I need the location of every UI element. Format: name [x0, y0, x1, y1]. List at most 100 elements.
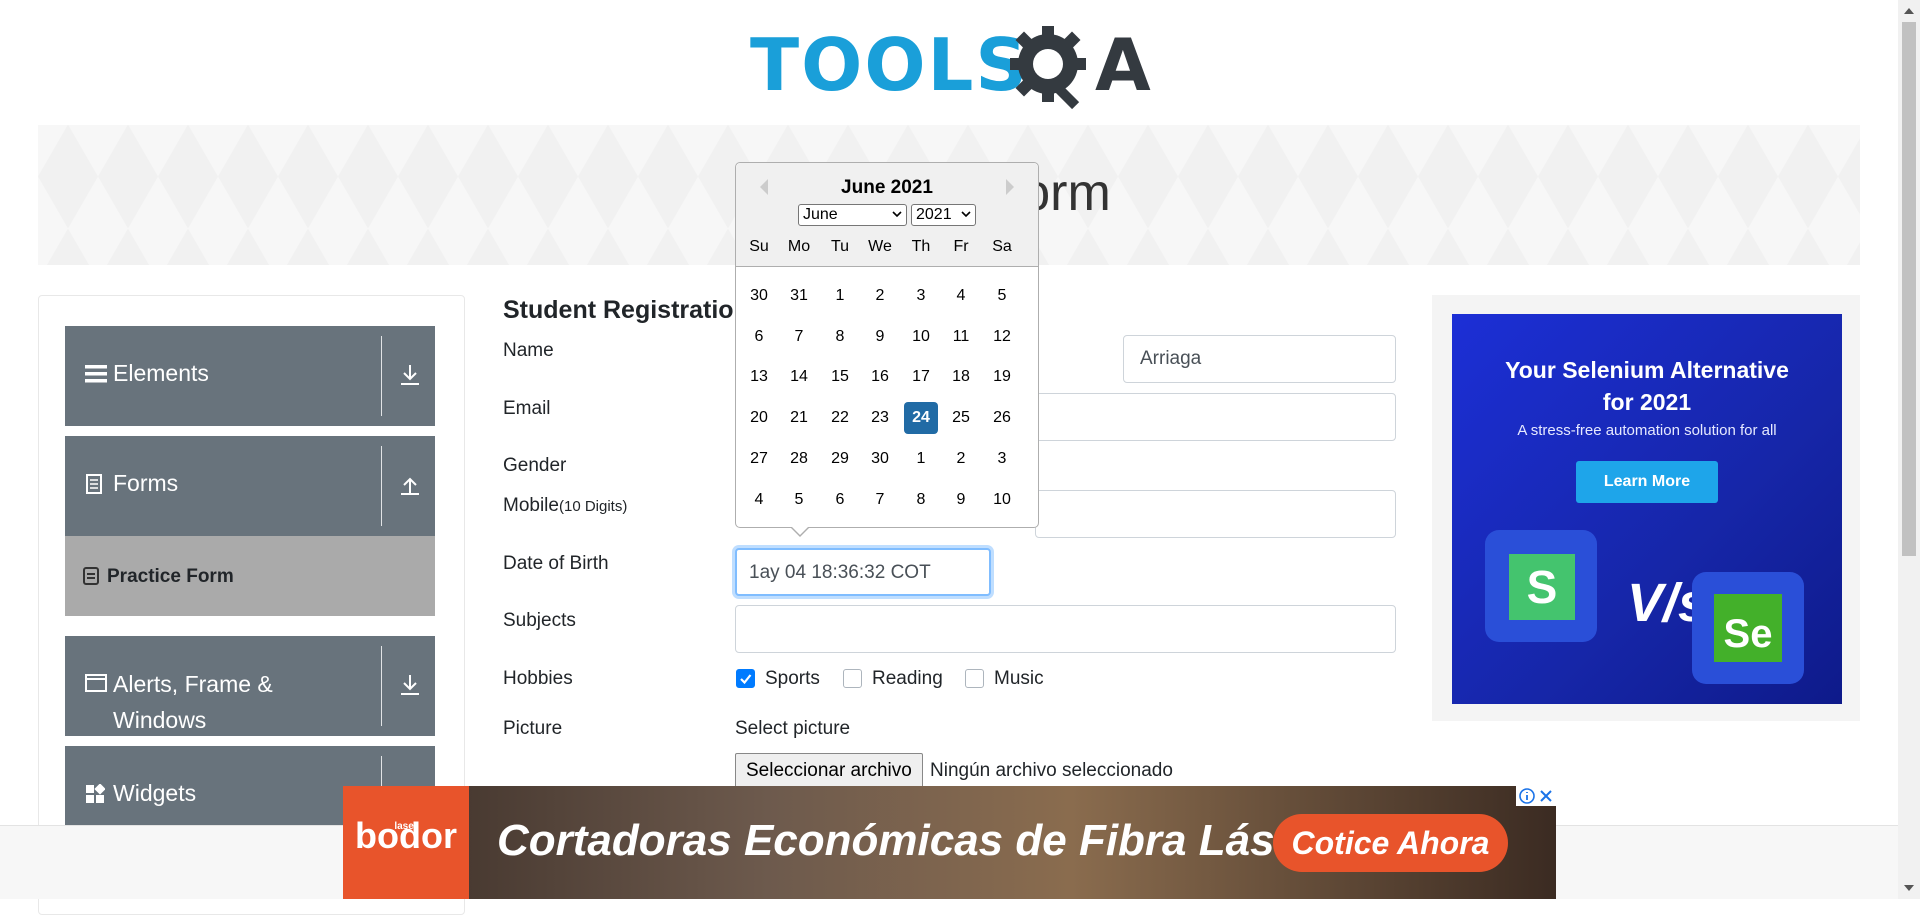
calendar-day[interactable]: 9 [944, 484, 978, 516]
calendar-day[interactable]: 16 [863, 361, 897, 393]
calendar-day[interactable]: 4 [742, 484, 776, 516]
info-icon[interactable] [1518, 787, 1536, 805]
choose-file-button[interactable]: Seleccionar archivo [735, 753, 923, 789]
next-month-icon[interactable] [1006, 179, 1014, 195]
calendar-day[interactable]: 4 [944, 280, 978, 312]
ad-right-logo-letters: Se [1714, 594, 1782, 662]
scroll-thumb[interactable] [1902, 22, 1916, 556]
music-label[interactable]: Music [994, 668, 1044, 690]
calendar-day[interactable]: 17 [904, 361, 938, 393]
calendar-day[interactable]: 30 [863, 443, 897, 475]
year-select[interactable]: 2021 [911, 204, 976, 226]
weekday-header: Sa [992, 238, 1012, 255]
sidebar-group-label: Forms [113, 470, 179, 496]
calendar-day[interactable]: 10 [904, 321, 938, 353]
selenium-ad[interactable]: Your Selenium Alternative for 2021 A str… [1452, 314, 1842, 704]
sports-checkbox[interactable] [736, 669, 755, 688]
calendar-day[interactable]: 5 [985, 280, 1019, 312]
month-select[interactable]: June [798, 204, 907, 226]
calendar-day[interactable]: 25 [944, 402, 978, 434]
email-input[interactable] [1035, 393, 1396, 441]
datepicker: June 2021 June 2021 Su Mo Tu We Th Fr Sa… [735, 162, 1039, 528]
year-select-value: 2021 [916, 206, 952, 223]
calendar-day[interactable]: 14 [782, 361, 816, 393]
reading-label[interactable]: Reading [872, 668, 943, 690]
reading-checkbox[interactable] [843, 669, 862, 688]
mobile-hint: (10 Digits) [558, 498, 628, 515]
last-name-input[interactable]: Arriaga [1123, 335, 1396, 383]
hobbies-label: Hobbies [503, 668, 573, 689]
weekday-header: Su [749, 238, 769, 255]
calendar-day[interactable]: 2 [863, 280, 897, 312]
datepicker-header: June 2021 June 2021 Su Mo Tu We Th Fr Sa [736, 163, 1038, 267]
calendar-day[interactable]: 31 [782, 280, 816, 312]
mobile-input[interactable] [1035, 490, 1396, 538]
logo-suffix: A [1095, 23, 1153, 107]
toolsqa-logo[interactable]: TOOLS A [750, 18, 1155, 113]
logo-text: TOOLS [750, 23, 1030, 107]
sidebar-group-elements[interactable]: Elements [65, 326, 435, 426]
calendar-day[interactable]: 3 [904, 280, 938, 312]
calendar-day[interactable]: 9 [863, 321, 897, 353]
sidebar-item-practice-form[interactable]: Practice Form [65, 536, 435, 616]
sidebar-group-label: Elements [113, 360, 209, 386]
ad-cta-button[interactable]: Cotice Ahora [1273, 814, 1508, 872]
calendar-day[interactable]: 21 [782, 402, 816, 434]
weekday-header: Tu [830, 238, 850, 255]
divider [381, 446, 382, 526]
file-status: Ningún archivo seleccionado [930, 760, 1173, 781]
calendar-day[interactable]: 7 [863, 484, 897, 516]
calendar-day[interactable]: 11 [944, 321, 978, 353]
calendar-day[interactable]: 8 [823, 321, 857, 353]
calendar-day[interactable]: 20 [742, 402, 776, 434]
calendar-day[interactable]: 1 [904, 443, 938, 475]
mobile-label-text: Mobile [503, 495, 559, 516]
calendar-day[interactable]: 3 [985, 443, 1019, 475]
dob-input[interactable]: 1ay 04 18:36:32 COT 1993 [735, 548, 991, 629]
calendar-day[interactable]: 29 [823, 443, 857, 475]
select-picture-label: Select picture [735, 718, 851, 739]
sidebar-group-alerts[interactable]: Alerts, Frame & Windows [65, 636, 435, 736]
sidebar-group-forms[interactable]: Forms [65, 436, 435, 536]
calendar-day[interactable]: 13 [742, 361, 776, 393]
calendar-day[interactable]: 22 [823, 402, 857, 434]
calendar-day[interactable]: 24 [904, 402, 938, 435]
ad-title-line: for 2021 [1602, 389, 1692, 415]
right-ad[interactable]: Your Selenium Alternative for 2021 A str… [1432, 295, 1860, 721]
ad-brand-sub: laser [394, 821, 418, 832]
calendar-day[interactable]: 8 [904, 484, 938, 516]
calendar-day[interactable]: 5 [782, 484, 816, 516]
calendar-day[interactable]: 23 [863, 402, 897, 434]
learn-more-button[interactable]: Learn More [1576, 461, 1718, 503]
vertical-scrollbar[interactable] [1898, 0, 1920, 899]
calendar-day[interactable]: 15 [823, 361, 857, 393]
picture-label: Picture [503, 718, 563, 739]
calendar-day[interactable]: 2 [944, 443, 978, 475]
close-icon[interactable] [1538, 788, 1554, 804]
scroll-down-icon[interactable] [1904, 885, 1914, 891]
chevron-down-icon [961, 211, 971, 218]
calendar-day[interactable]: 27 [742, 443, 776, 475]
bottom-ad[interactable]: bodor laser Cortadoras Económicas de Fib… [343, 786, 1556, 899]
calendar-day[interactable]: 30 [742, 280, 776, 312]
calendar-day[interactable]: 19 [985, 361, 1019, 393]
calendar-day[interactable]: 18 [944, 361, 978, 393]
datepicker-month-title: June 2021 [841, 177, 933, 198]
download-icon [401, 365, 419, 385]
calendar-day[interactable]: 6 [823, 484, 857, 516]
calendar-day[interactable]: 26 [985, 402, 1019, 434]
calendar-day[interactable]: 28 [782, 443, 816, 475]
calendar-day[interactable]: 12 [985, 321, 1019, 353]
ad-subtitle: A stress-free automation solution for al… [1517, 422, 1777, 439]
scroll-up-icon[interactable] [1904, 8, 1914, 14]
calendar-day[interactable]: 10 [985, 484, 1019, 516]
calendar-day[interactable]: 6 [742, 321, 776, 353]
ad-controls [1516, 786, 1556, 806]
calendar-day[interactable]: 7 [782, 321, 816, 353]
subjects-input[interactable] [735, 605, 1396, 653]
calendar-day[interactable]: 1 [823, 280, 857, 312]
music-checkbox[interactable] [965, 669, 984, 688]
sports-label[interactable]: Sports [765, 668, 820, 690]
document-icon [86, 474, 102, 494]
sidebar-item-label: Practice Form [107, 566, 234, 587]
